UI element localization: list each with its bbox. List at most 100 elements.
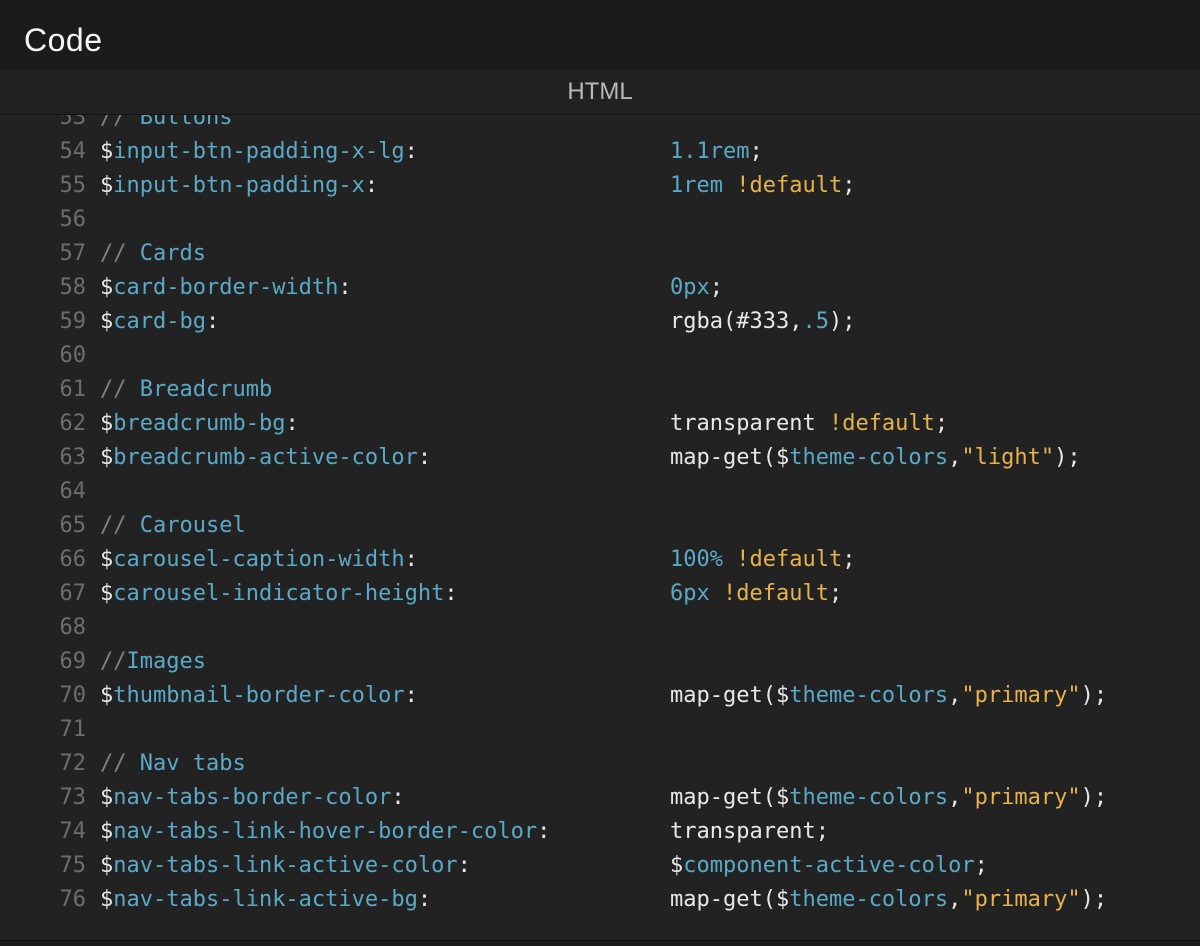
code-line[interactable]: //Images — [100, 645, 1188, 679]
code-line[interactable]: $card-border-width:0px; — [100, 271, 1188, 305]
token-comment-head: Images — [127, 649, 206, 674]
line-number: 69 — [0, 645, 86, 679]
token-punct: , — [948, 445, 961, 470]
code-line[interactable]: // Carousel — [100, 509, 1188, 543]
token-punct: , — [948, 887, 961, 912]
token-key: !default — [736, 173, 842, 198]
token-comment: // — [100, 649, 127, 674]
code-line[interactable] — [100, 475, 1188, 509]
token-punct: : — [405, 547, 418, 572]
token-punct: : — [285, 411, 298, 436]
token-punct: ) — [1081, 887, 1094, 912]
code-line[interactable]: $card-bg:rgba(#333,.5); — [100, 305, 1188, 339]
token-unit: rem — [683, 173, 723, 198]
token-var: nav-tabs-border-color — [113, 785, 391, 810]
token-unit: % — [710, 547, 737, 572]
token-ident: transparent — [670, 411, 829, 436]
code-line[interactable] — [100, 339, 1188, 373]
line-number: 57 — [0, 237, 86, 271]
token-punct: $ — [100, 445, 113, 470]
token-punct: : — [365, 173, 378, 198]
token-punct: : — [458, 853, 471, 878]
code-line[interactable]: $breadcrumb-active-color:map-get($theme-… — [100, 441, 1188, 475]
code-line[interactable]: $carousel-caption-width:100% !default; — [100, 543, 1188, 577]
line-number: 53 — [0, 115, 86, 135]
token-comment-head: Breadcrumb — [140, 377, 272, 402]
token-key: !default — [736, 547, 842, 572]
token-punct: ; — [1094, 785, 1107, 810]
token-unit: px — [683, 275, 710, 300]
code-line[interactable]: $nav-tabs-link-hover-border-color:transp… — [100, 815, 1188, 849]
line-number: 71 — [0, 713, 86, 747]
token-punct: ; — [842, 309, 855, 334]
line-number: 56 — [0, 203, 86, 237]
code-line[interactable]: // Cards — [100, 237, 1188, 271]
code-line[interactable] — [100, 203, 1188, 237]
line-number: 73 — [0, 781, 86, 815]
token-num: 1 — [670, 173, 683, 198]
token-str: "light" — [961, 445, 1054, 470]
token-var: breadcrumb-bg — [113, 411, 285, 436]
token-punct: ) — [1081, 785, 1094, 810]
code-line[interactable]: $nav-tabs-link-active-color:$component-a… — [100, 849, 1188, 883]
line-number: 62 — [0, 407, 86, 441]
code-line[interactable]: // Nav tabs — [100, 747, 1188, 781]
token-punct: , — [948, 683, 961, 708]
token-punct: : — [206, 309, 219, 334]
line-number: 65 — [0, 509, 86, 543]
token-punct: : — [418, 445, 431, 470]
line-number: 58 — [0, 271, 86, 305]
token-punct: $ — [100, 411, 113, 436]
code-content[interactable]: // Buttons$input-btn-padding-x-lg:1.1rem… — [100, 115, 1188, 917]
code-line[interactable]: $breadcrumb-bg:transparent !default; — [100, 407, 1188, 441]
line-number: 55 — [0, 169, 86, 203]
code-line[interactable]: $thumbnail-border-color:map-get($theme-c… — [100, 679, 1188, 713]
token-ident: transparent — [670, 819, 816, 844]
token-punct: $ — [776, 887, 789, 912]
token-punct: ; — [710, 275, 723, 300]
token-var: breadcrumb-active-color — [113, 445, 418, 470]
token-key: !default — [829, 411, 935, 436]
line-number: 54 — [0, 135, 86, 169]
token-var: thumbnail-border-color — [113, 683, 404, 708]
token-var: nav-tabs-link-active-color — [113, 853, 457, 878]
code-line[interactable]: // Breadcrumb — [100, 373, 1188, 407]
token-var: input-btn-padding-x — [113, 173, 365, 198]
line-number-gutter: 5354555657585960616263646566676869707172… — [0, 115, 86, 917]
token-punct: $ — [100, 275, 113, 300]
token-punct: ( — [763, 785, 776, 810]
token-var: input-btn-padding-x-lg — [113, 139, 404, 164]
token-unit: rem — [710, 139, 750, 164]
tab-bar: HTML — [0, 69, 1200, 115]
token-punct: $ — [100, 683, 113, 708]
token-comment-head: Cards — [140, 241, 206, 266]
token-func: rgba — [670, 309, 723, 334]
code-line[interactable]: $input-btn-padding-x:1rem !default; — [100, 169, 1188, 203]
token-var: component-active-color — [683, 853, 974, 878]
token-punct: ; — [842, 173, 855, 198]
line-number: 68 — [0, 611, 86, 645]
code-line[interactable]: $input-btn-padding-x-lg:1.1rem; — [100, 135, 1188, 169]
line-number: 75 — [0, 849, 86, 883]
token-num: 0 — [670, 275, 683, 300]
code-line[interactable]: $nav-tabs-link-active-bg:map-get($theme-… — [100, 883, 1188, 917]
token-punct — [723, 173, 736, 198]
token-punct: ; — [829, 581, 842, 606]
token-punct: ) — [1081, 683, 1094, 708]
token-str: "primary" — [961, 683, 1080, 708]
token-punct: $ — [100, 819, 113, 844]
code-line[interactable]: // Buttons — [100, 115, 1188, 135]
token-punct: $ — [100, 581, 113, 606]
line-number: 70 — [0, 679, 86, 713]
token-num: 1.1 — [670, 139, 710, 164]
token-comment-head: Buttons — [140, 115, 233, 130]
token-punct: ; — [750, 139, 763, 164]
tab-html[interactable]: HTML — [567, 78, 632, 106]
token-punct: ; — [1094, 887, 1107, 912]
code-line[interactable]: $nav-tabs-border-color:map-get($theme-co… — [100, 781, 1188, 815]
code-line[interactable] — [100, 611, 1188, 645]
token-num: 100 — [670, 547, 710, 572]
code-line[interactable] — [100, 713, 1188, 747]
code-line[interactable]: $carousel-indicator-height:6px !default; — [100, 577, 1188, 611]
code-editor[interactable]: 5354555657585960616263646566676869707172… — [0, 115, 1200, 941]
